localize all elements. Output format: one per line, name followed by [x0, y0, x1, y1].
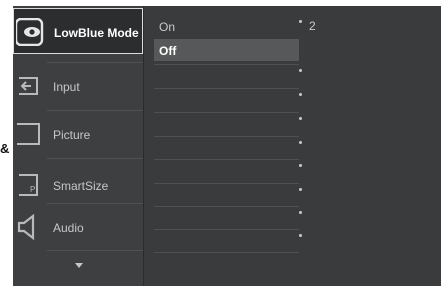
menu-item-label: SmartSize — [53, 179, 109, 193]
divider — [47, 250, 143, 251]
dot-marker — [299, 93, 302, 96]
option-on[interactable]: On — [154, 15, 299, 37]
divider — [154, 64, 299, 65]
dot-marker — [299, 141, 302, 144]
osd-main-menu: LowBlue Mode Input Picture P SmartSize A… — [13, 6, 143, 286]
osd-window: LowBlue Mode Input Picture P SmartSize A… — [13, 6, 441, 286]
divider — [154, 159, 299, 160]
side-badge: & — [0, 141, 10, 156]
menu-item-input[interactable]: Input — [13, 63, 143, 109]
menu-item-label: Audio — [53, 221, 84, 235]
menu-item-audio[interactable]: Audio — [13, 204, 143, 250]
sub-value: 2 — [309, 19, 316, 33]
speaker-icon — [15, 213, 43, 241]
dot-marker — [299, 69, 302, 72]
menu-item-label: Input — [53, 80, 80, 94]
menu-item-picture[interactable]: Picture — [13, 111, 143, 157]
option-off[interactable]: Off — [154, 39, 299, 61]
dot-marker — [299, 211, 302, 214]
divider — [154, 88, 299, 89]
menu-item-label: LowBlue Mode — [54, 26, 139, 40]
dot-marker — [299, 234, 302, 237]
divider — [154, 183, 299, 184]
dot-marker — [299, 188, 302, 191]
menu-item-lowblue-mode[interactable]: LowBlue Mode — [13, 8, 143, 54]
dot-marker — [299, 164, 302, 167]
divider — [154, 112, 299, 113]
divider — [154, 136, 299, 137]
menu-item-label: Picture — [53, 128, 91, 142]
dot-marker — [299, 20, 302, 23]
option-label: On — [159, 20, 176, 34]
menu-item-smartsize[interactable]: P SmartSize — [13, 162, 143, 208]
divider — [47, 158, 143, 159]
divider — [154, 206, 299, 207]
eye-icon — [14, 17, 44, 47]
osd-submenu: On Off 2 — [144, 6, 441, 286]
dot-marker — [299, 117, 302, 120]
smartsize-icon: P — [15, 171, 43, 199]
option-label: Off — [159, 44, 177, 58]
divider — [154, 252, 299, 253]
chevron-down-icon[interactable] — [75, 263, 83, 268]
picture-icon — [15, 120, 43, 148]
input-icon — [15, 72, 43, 100]
svg-text:P: P — [30, 185, 35, 194]
divider — [154, 229, 299, 230]
